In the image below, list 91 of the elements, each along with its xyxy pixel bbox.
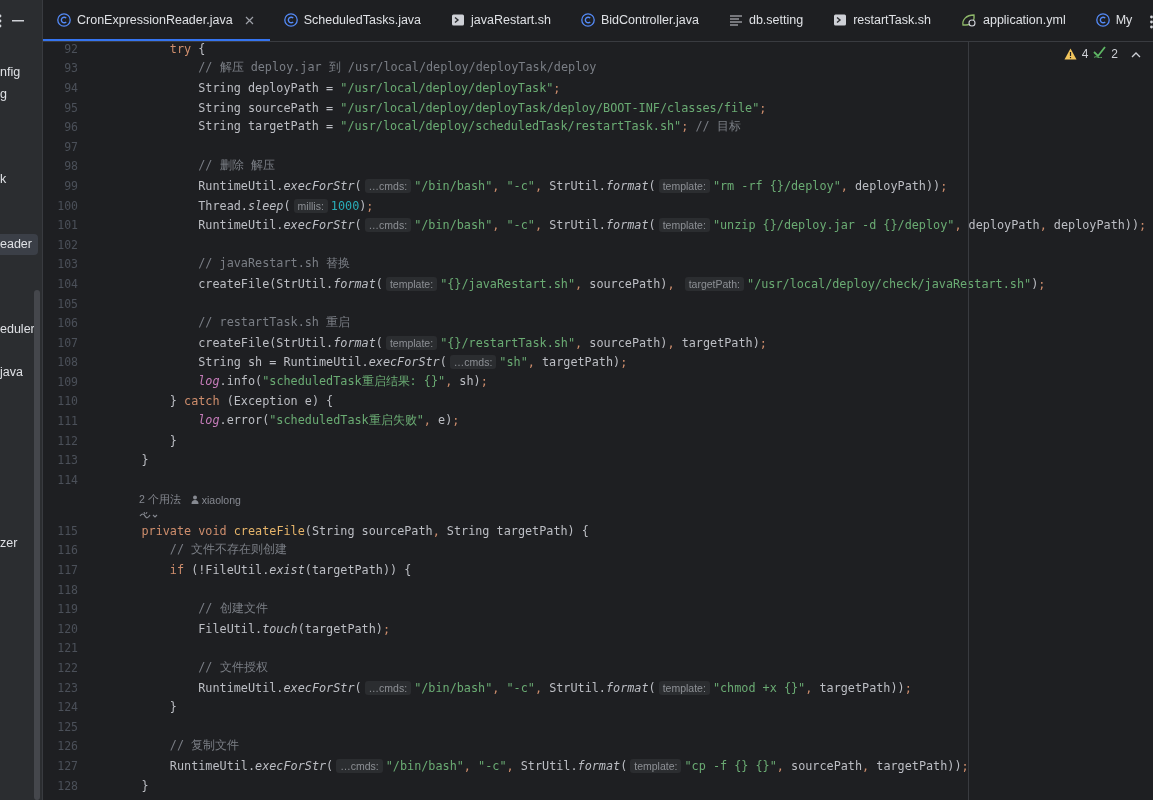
code-text: 1000);: [330, 198, 374, 213]
code-comment: // 复制文件: [169, 738, 240, 755]
code-comment: // 文件授权: [198, 660, 268, 676]
code-text: createFile(StrUtil.format(: [198, 335, 383, 350]
code-text: } catch (Exception e) {: [169, 394, 334, 409]
code-text: try {: [169, 42, 206, 56]
terminal-icon: [451, 13, 466, 27]
text-lines-icon: [728, 13, 743, 27]
code-text: RuntimeUtil.execForStr(: [169, 758, 334, 773]
code-text: "/bin/bash", "-c", StrUtil.format(: [414, 680, 656, 695]
code-text: "{}/restartTask.sh", sourcePath), targetPath);: [440, 335, 767, 350]
minimize-icon[interactable]: [12, 19, 24, 22]
code-text: RuntimeUtil.execForStr(: [198, 218, 362, 233]
code-text: log.info("scheduledTask重启结果: {}", sh);: [198, 373, 488, 390]
editor-tab[interactable]: db.setting: [714, 1, 820, 41]
code-text: createFile(StrUtil.format(: [198, 276, 383, 291]
editor-tab[interactable]: javaRestart.sh: [437, 1, 567, 41]
inlay-hint: millis:: [293, 198, 328, 213]
inlay-hint: …cmds:: [364, 218, 412, 233]
code-text: RuntimeUtil.execForStr(: [198, 178, 362, 193]
code-text: Thread.sleep(: [198, 198, 291, 213]
code-comment: // 解压 deploy.jar 到 /usr/local/deploy/deployTask/deploy: [198, 60, 597, 77]
more-icon[interactable]: [0, 13, 4, 28]
code-text: if (!FileUtil.exist(targetPath)) {: [169, 563, 412, 578]
class-icon: [581, 13, 595, 27]
inlay-hint: …cmds:: [364, 178, 412, 193]
code-comment: // 文件不存在则创建: [169, 542, 288, 559]
project-tree-item[interactable]: eader: [0, 233, 38, 255]
editor-tab[interactable]: BidController.java: [567, 1, 715, 41]
project-tree-item[interactable]: nfig: [0, 62, 21, 84]
code-text: }: [169, 700, 177, 715]
more-icon[interactable]: [1150, 15, 1153, 29]
code-text: "chmod +x {}", targetPath));: [712, 680, 912, 695]
inlay-hint: template:: [385, 335, 438, 350]
editor-tab[interactable]: ScheduledTasks.java: [269, 1, 438, 41]
leaf-icon: [961, 13, 977, 27]
inlay-hint: template:: [658, 218, 710, 233]
inlay-hint: template:: [658, 178, 710, 193]
code-text: "{}/javaRestart.sh", sourcePath),: [440, 276, 676, 291]
code-text: }: [141, 453, 149, 468]
inlay-hint: template:: [385, 276, 438, 291]
terminal-icon: [833, 13, 848, 27]
code-text: String sourcePath = "/usr/local/deploy/deployTask/deploy/BOOT-INF/classes/file";: [198, 100, 767, 115]
project-tree-item[interactable]: eduler: [0, 319, 35, 341]
warning-icon[interactable]: [1063, 47, 1077, 60]
check-icon[interactable]: [1093, 46, 1107, 58]
code-text: String sh = RuntimeUtil.execForStr(: [198, 355, 447, 370]
class-icon: [57, 13, 71, 27]
code-comment: // 删除 解压: [198, 158, 275, 175]
code-text: "sh", targetPath);: [499, 355, 628, 370]
sparkle-dropdown-icon[interactable]: [139, 510, 159, 520]
code-comment: // restartTask.sh 重启: [198, 315, 351, 332]
project-tree-item[interactable]: k: [0, 169, 7, 191]
author-name[interactable]: xiaolong: [201, 493, 241, 506]
inlay-hint: …cmds:: [449, 355, 497, 370]
code-text: "/usr/local/deploy/check/javaRestart.sh");: [747, 276, 1046, 291]
project-tree-item[interactable]: zer: [0, 533, 18, 555]
code-text: "/bin/bash", "-c", StrUtil.format(: [414, 218, 656, 233]
close-icon[interactable]: [244, 15, 254, 25]
code-text: }: [141, 778, 149, 793]
code-text: "rm -rf {}/deploy", deployPath));: [712, 178, 948, 193]
code-text: log.error("scheduledTask重启失败", e);: [198, 413, 460, 430]
inlay-hint: template:: [630, 758, 682, 773]
class-icon: [283, 13, 298, 27]
class-icon: [1095, 13, 1110, 27]
inlay-hint: …cmds:: [364, 680, 412, 695]
code-text: "/bin/bash", "-c", StrUtil.format(: [414, 178, 656, 193]
code-text: FileUtil.touch(targetPath);: [198, 621, 390, 636]
project-tree-item[interactable]: java: [0, 361, 23, 384]
code-text: "/bin/bash", "-c", StrUtil.format(: [385, 758, 628, 773]
editor-tab[interactable]: My: [1081, 1, 1149, 41]
weak-warning-count[interactable]: 2: [1111, 46, 1118, 61]
code-text: RuntimeUtil.execForStr(: [198, 680, 362, 695]
project-tree-item[interactable]: g: [0, 83, 7, 106]
inlay-hint: template:: [658, 680, 710, 695]
code-text: }: [169, 433, 177, 448]
warning-count[interactable]: 4: [1081, 46, 1089, 61]
code-comment: // javaRestart.sh 替换: [198, 256, 351, 273]
editor-tab[interactable]: application.yml: [947, 1, 1082, 41]
editor-tab[interactable]: restartTask.sh: [819, 1, 947, 41]
inlay-hint: …cmds:: [336, 758, 383, 773]
code-text: "unzip {}/deploy.jar -d {}/deploy", deployPath, deployPath));: [712, 218, 1147, 233]
inlay-hint: targetPath:: [684, 276, 745, 291]
code-text: String deployPath = "/usr/local/deploy/deployTask";: [198, 81, 561, 95]
code-text: "cp -f {} {}", sourcePath, targetPath));: [684, 758, 969, 773]
usages-link[interactable]: 2 个用法: [139, 492, 181, 507]
person-icon: [190, 495, 199, 505]
code-text: private void createFile(String sourcePath, String targetPath) {: [141, 523, 589, 538]
chevron-up-icon[interactable]: [1131, 51, 1141, 58]
code-text: String targetPath = "/usr/local/deploy/scheduledTask/restartTask.sh"; // 目标: [198, 119, 741, 136]
code-comment: // 创建文件: [198, 601, 268, 618]
